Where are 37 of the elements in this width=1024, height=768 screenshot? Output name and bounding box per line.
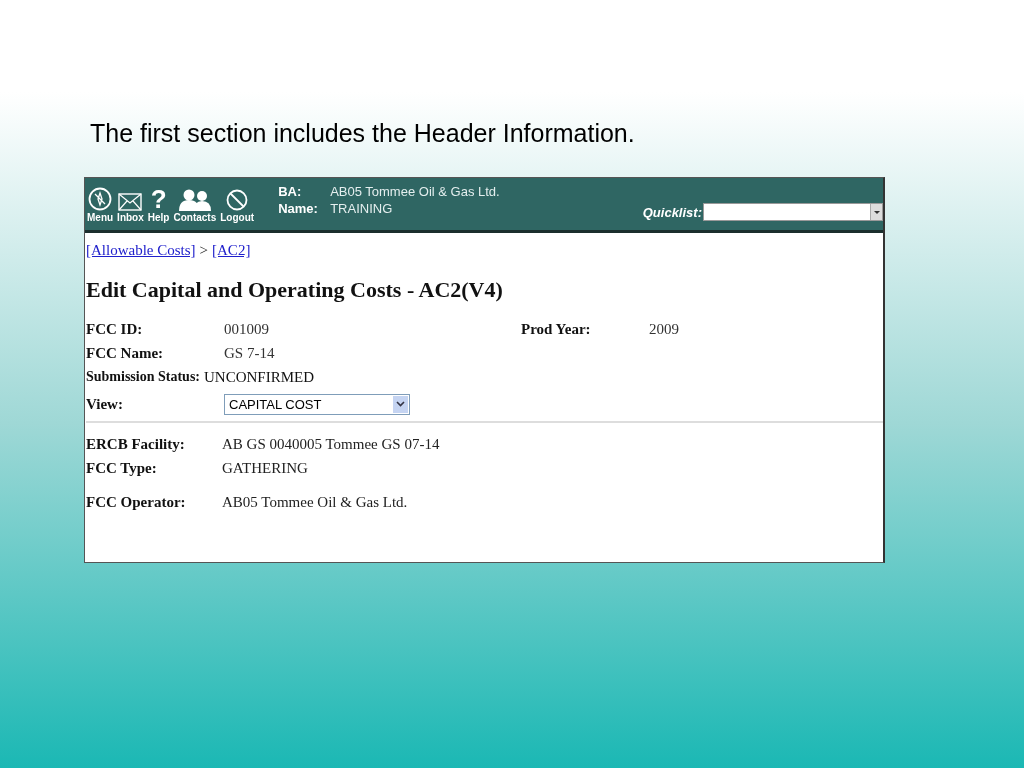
logout-button[interactable]: Logout — [220, 189, 255, 224]
field-value: UNCONFIRMED — [204, 368, 314, 386]
envelope-icon — [118, 193, 143, 211]
field-value: 2009 — [649, 320, 679, 338]
account-value: TRAINING — [330, 201, 393, 216]
people-icon — [177, 189, 212, 211]
field-value: GATHERING — [222, 459, 308, 477]
field-value: 001009 — [224, 320, 269, 338]
field-label: View: — [86, 395, 124, 413]
breadcrumb-link[interactable]: [AC2] — [212, 242, 251, 259]
page-heading: Edit Capital and Operating Costs - AC2(V4) — [86, 277, 504, 303]
help-button[interactable]: ? Help — [147, 187, 170, 224]
account-value: AB05 Tommee Oil & Gas Ltd. — [330, 184, 500, 199]
breadcrumb-link[interactable]: [Allowable Costs] — [86, 242, 196, 259]
field-value: GS 7-14 — [224, 344, 275, 362]
quicklist-label: Quicklist: — [642, 204, 702, 220]
quicklist-dropdown[interactable] — [703, 203, 883, 221]
field-label: FCC Name: — [86, 344, 165, 362]
no-entry-icon — [226, 189, 249, 211]
account-label: Name: — [278, 201, 319, 216]
field-label: Prod Year: — [521, 320, 592, 338]
account-label: BA: — [278, 184, 303, 199]
breadcrumb-separator: > — [199, 242, 209, 259]
field-label: FCC Operator: — [86, 493, 187, 511]
inbox-button[interactable]: Inbox — [117, 193, 144, 224]
field-label: FCC ID: — [86, 320, 144, 338]
contacts-button[interactable]: Contacts — [173, 189, 217, 224]
slide-caption: The first section includes the Header Information. — [90, 118, 635, 149]
menu-button[interactable]: Menu — [87, 187, 114, 224]
field-label: Submission Status: — [86, 369, 200, 385]
chevron-down-icon — [393, 395, 408, 413]
field-value: AB05 Tommee Oil & Gas Ltd. — [222, 493, 408, 511]
help-icon: ? — [150, 187, 167, 211]
field-label: ERCB Facility: — [86, 435, 186, 453]
field-value: AB GS 0040005 Tommee GS 07-14 — [222, 435, 440, 453]
field-label: FCC Type: — [86, 459, 158, 477]
view-dropdown[interactable]: CAPITAL COST — [224, 393, 410, 415]
